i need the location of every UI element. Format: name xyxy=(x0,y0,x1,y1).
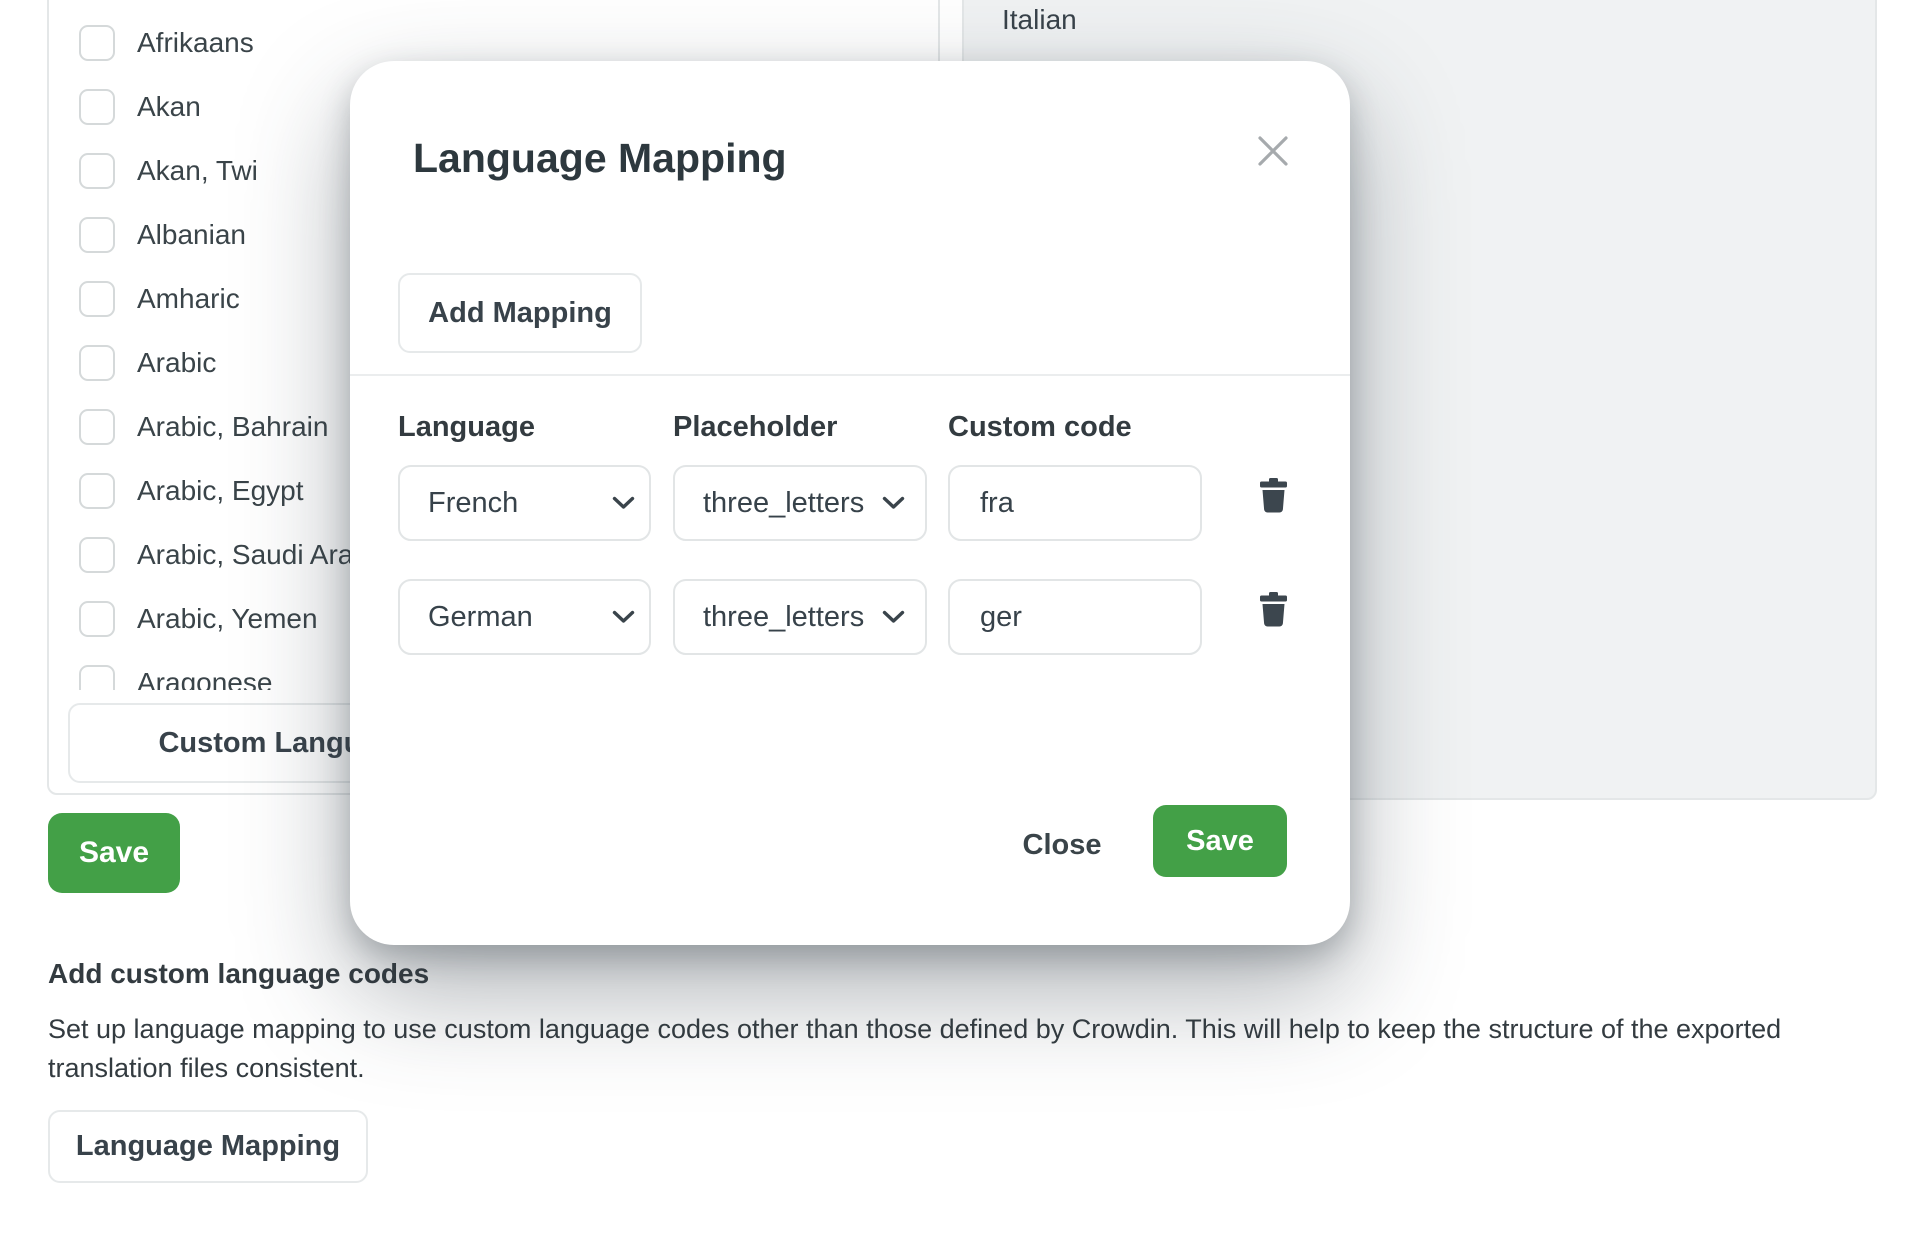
chevron-down-icon xyxy=(612,496,635,510)
mapping-row: German three_letters xyxy=(398,579,1308,655)
language-label: Arabic, Bahrain xyxy=(137,411,328,443)
page-save-button[interactable]: Save xyxy=(48,813,180,893)
language-checkbox[interactable] xyxy=(79,345,115,381)
custom-code-input[interactable] xyxy=(948,579,1202,655)
language-checkbox[interactable] xyxy=(79,217,115,253)
language-checkbox[interactable] xyxy=(79,281,115,317)
trash-icon[interactable] xyxy=(1253,471,1293,519)
language-label: Aragonese xyxy=(137,667,272,691)
placeholder-select[interactable]: three_letters xyxy=(673,465,927,541)
section-description: Set up language mapping to use custom la… xyxy=(48,1010,1818,1088)
language-select[interactable]: French xyxy=(398,465,651,541)
column-header-placeholder: Placeholder xyxy=(673,411,837,444)
column-header-custom-code: Custom code xyxy=(948,411,1132,444)
language-checkbox[interactable] xyxy=(79,153,115,189)
chevron-down-icon xyxy=(882,496,905,510)
language-checkbox[interactable] xyxy=(79,665,115,691)
language-checkbox[interactable] xyxy=(79,409,115,445)
language-label: Arabic, Egypt xyxy=(137,475,304,507)
language-label: Amharic xyxy=(137,283,240,315)
modal-save-button[interactable]: Save xyxy=(1153,805,1287,877)
language-checkbox[interactable] xyxy=(79,25,115,61)
placeholder-select[interactable]: three_letters xyxy=(673,579,927,655)
language-list-item[interactable]: Afrikaans xyxy=(79,24,919,61)
language-select[interactable]: German xyxy=(398,579,651,655)
trash-icon[interactable] xyxy=(1253,585,1293,633)
chevron-down-icon xyxy=(882,610,905,624)
language-label: Arabic, Yemen xyxy=(137,603,318,635)
language-checkbox[interactable] xyxy=(79,537,115,573)
language-mapping-modal: Language Mapping Add Mapping Language Pl… xyxy=(350,61,1350,945)
language-checkbox[interactable] xyxy=(79,89,115,125)
language-checkbox[interactable] xyxy=(79,601,115,637)
language-label: Arabic xyxy=(137,347,216,379)
modal-close-button[interactable]: Close xyxy=(1012,821,1112,869)
language-label: Akan xyxy=(137,91,201,123)
custom-code-input[interactable] xyxy=(948,465,1202,541)
selected-language-item[interactable]: Italian xyxy=(1002,4,1077,36)
mapping-row: French three_letters xyxy=(398,465,1308,541)
mapping-rows: French three_letters xyxy=(398,465,1308,693)
language-mapping-button[interactable]: Language Mapping xyxy=(48,1110,368,1183)
language-checkbox[interactable] xyxy=(79,473,115,509)
page: Afrikaans Akan Akan, Twi Albanian Amhari… xyxy=(0,0,1924,1245)
section-heading: Add custom language codes xyxy=(48,958,429,990)
column-header-language: Language xyxy=(398,411,535,444)
modal-title: Language Mapping xyxy=(413,135,787,182)
language-label: Albanian xyxy=(137,219,246,251)
chevron-down-icon xyxy=(612,610,635,624)
language-label: Afrikaans xyxy=(137,27,254,59)
divider xyxy=(350,374,1350,376)
close-icon[interactable] xyxy=(1253,131,1293,171)
language-label: Akan, Twi xyxy=(137,155,258,187)
add-mapping-button[interactable]: Add Mapping xyxy=(398,273,642,353)
